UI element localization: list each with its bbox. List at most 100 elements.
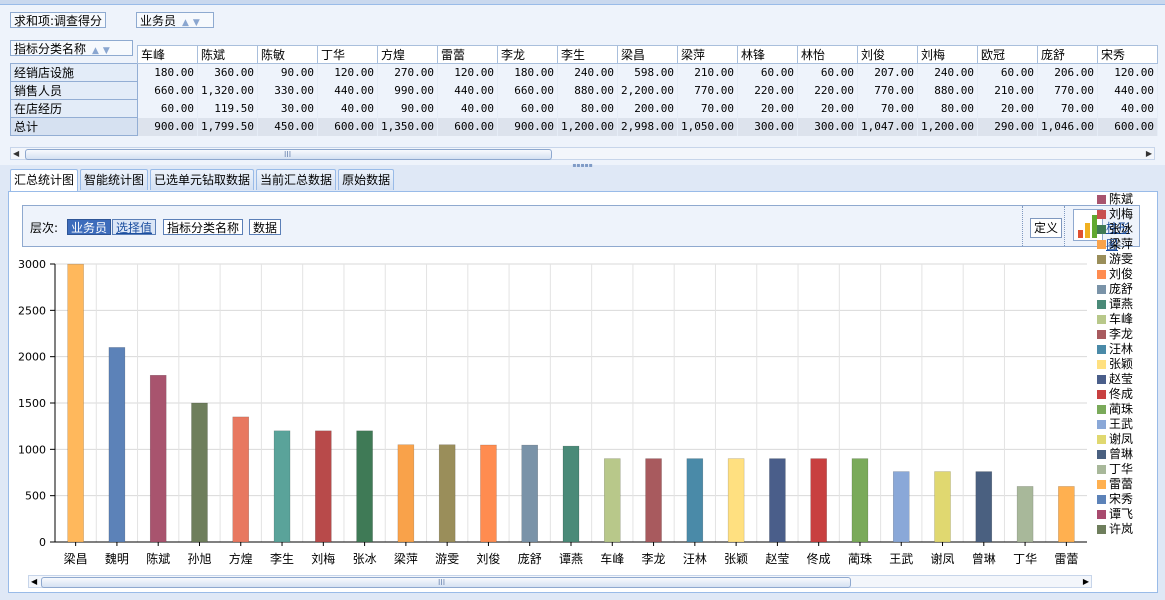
pivot-grid[interactable]: 车峰 陈斌 陈敏 丁华 方煌 雷蕾 李龙 李生 梁昌 梁萍 林锋 林怡 刘俊 刘梅 欧冠 庞舒 宋秀 经销店设施 1… bbox=[10, 45, 1158, 136]
legend-item[interactable]: 王武 bbox=[1097, 417, 1157, 432]
table-cell[interactable]: 1,799.50 bbox=[197, 117, 258, 136]
bar[interactable] bbox=[645, 458, 662, 543]
hierarchy-chip-select-value[interactable]: 选择值 bbox=[112, 219, 157, 235]
bar[interactable] bbox=[975, 471, 993, 543]
legend-item[interactable]: 刘梅 bbox=[1097, 207, 1157, 222]
table-cell[interactable]: 60.00 bbox=[797, 63, 858, 82]
table-cell[interactable]: 770.00 bbox=[677, 81, 738, 100]
legend-item[interactable]: 庞舒 bbox=[1097, 282, 1157, 297]
bar[interactable] bbox=[562, 445, 580, 543]
legend-item[interactable]: 李龙 bbox=[1097, 327, 1157, 342]
table-cell[interactable]: 180.00 bbox=[497, 63, 558, 82]
legend-item[interactable]: 曾琳 bbox=[1097, 447, 1157, 462]
column-header[interactable]: 林怡 bbox=[797, 45, 858, 64]
legend-item[interactable]: 陈斌 bbox=[1097, 192, 1157, 207]
table-cell[interactable]: 770.00 bbox=[857, 81, 918, 100]
table-cell[interactable]: 880.00 bbox=[917, 81, 978, 100]
column-header[interactable]: 宋秀 bbox=[1097, 45, 1158, 64]
legend-item[interactable]: 丁华 bbox=[1097, 462, 1157, 477]
chart-horizontal-scrollbar[interactable]: ◀ III ▶ bbox=[28, 575, 1092, 588]
table-cell[interactable]: 2,200.00 bbox=[617, 81, 678, 100]
bar[interactable] bbox=[810, 458, 827, 543]
legend-item[interactable]: 汪林 bbox=[1097, 342, 1157, 357]
table-cell[interactable]: 220.00 bbox=[797, 81, 858, 100]
table-cell[interactable]: 210.00 bbox=[977, 81, 1038, 100]
table-cell[interactable]: 60.00 bbox=[737, 63, 798, 82]
legend-item[interactable]: 雷蕾 bbox=[1097, 477, 1157, 492]
table-cell[interactable]: 70.00 bbox=[677, 99, 738, 118]
bar[interactable] bbox=[521, 444, 538, 543]
bar[interactable] bbox=[604, 458, 621, 543]
table-cell[interactable]: 240.00 bbox=[917, 63, 978, 82]
table-cell[interactable]: 240.00 bbox=[557, 63, 618, 82]
row-header[interactable]: 经销店设施 bbox=[10, 63, 138, 82]
table-cell[interactable]: 660.00 bbox=[137, 81, 198, 100]
column-header[interactable]: 庞舒 bbox=[1037, 45, 1098, 64]
table-cell[interactable]: 900.00 bbox=[497, 117, 558, 136]
table-cell[interactable]: 1,200.00 bbox=[557, 117, 618, 136]
tab-raw-data[interactable]: 原始数据 bbox=[338, 169, 395, 190]
sort-filter-arrows-icon[interactable]: ▲▼ bbox=[182, 18, 204, 28]
tab-smart-chart[interactable]: 智能统计图 bbox=[80, 169, 149, 190]
table-cell[interactable]: 200.00 bbox=[617, 99, 678, 118]
scroll-right-icon[interactable]: ▶ bbox=[1083, 576, 1089, 587]
bar[interactable] bbox=[851, 458, 869, 543]
table-cell[interactable]: 598.00 bbox=[617, 63, 678, 82]
table-cell[interactable]: 120.00 bbox=[437, 63, 498, 82]
legend-item[interactable]: 许岚 bbox=[1097, 522, 1157, 537]
table-cell[interactable]: 210.00 bbox=[677, 63, 738, 82]
table-cell[interactable]: 360.00 bbox=[197, 63, 258, 82]
table-cell[interactable]: 90.00 bbox=[377, 99, 438, 118]
table-cell[interactable]: 600.00 bbox=[437, 117, 498, 136]
scroll-left-icon[interactable]: ◀ bbox=[31, 576, 37, 587]
legend-item[interactable]: 谭飞 bbox=[1097, 507, 1157, 522]
table-cell[interactable]: 440.00 bbox=[437, 81, 498, 100]
table-cell[interactable]: 207.00 bbox=[857, 63, 918, 82]
hierarchy-chip-salesperson[interactable]: 业务员 bbox=[67, 219, 112, 235]
table-cell[interactable]: 180.00 bbox=[137, 63, 198, 82]
bar[interactable] bbox=[108, 347, 126, 543]
hierarchy-chip-data[interactable]: 数据 bbox=[249, 219, 282, 235]
table-cell[interactable]: 880.00 bbox=[557, 81, 618, 100]
hierarchy-chip-category[interactable]: 指标分类名称 bbox=[163, 219, 244, 235]
chart-scroll-thumb[interactable]: III bbox=[41, 577, 851, 588]
column-header[interactable]: 陈斌 bbox=[197, 45, 258, 64]
legend-item[interactable]: 谭燕 bbox=[1097, 297, 1157, 312]
table-cell[interactable]: 20.00 bbox=[797, 99, 858, 118]
table-cell[interactable]: 30.00 bbox=[257, 99, 318, 118]
column-header[interactable]: 刘俊 bbox=[857, 45, 918, 64]
table-cell[interactable]: 70.00 bbox=[857, 99, 918, 118]
table-cell[interactable]: 80.00 bbox=[917, 99, 978, 118]
table-cell[interactable]: 119.50 bbox=[197, 99, 258, 118]
column-header[interactable]: 车峰 bbox=[137, 45, 198, 64]
table-cell[interactable]: 206.00 bbox=[1037, 63, 1098, 82]
table-cell[interactable]: 440.00 bbox=[317, 81, 378, 100]
tab-summary-chart[interactable]: 汇总统计图 bbox=[10, 169, 79, 192]
table-cell[interactable]: 40.00 bbox=[437, 99, 498, 118]
column-header[interactable]: 刘梅 bbox=[917, 45, 978, 64]
tab-current-summary[interactable]: 当前汇总数据 bbox=[256, 169, 337, 190]
bar[interactable] bbox=[769, 458, 786, 543]
column-header[interactable]: 林锋 bbox=[737, 45, 798, 64]
bar[interactable] bbox=[1058, 486, 1075, 543]
scroll-left-icon[interactable]: ◀ bbox=[13, 148, 19, 159]
row-header[interactable]: 总计 bbox=[10, 117, 138, 136]
legend-item[interactable]: 宋秀 bbox=[1097, 492, 1157, 507]
bar[interactable] bbox=[892, 471, 910, 543]
table-cell[interactable]: 450.00 bbox=[257, 117, 318, 136]
table-cell[interactable]: 20.00 bbox=[977, 99, 1038, 118]
table-cell[interactable]: 40.00 bbox=[1097, 99, 1158, 118]
table-cell[interactable]: 1,047.00 bbox=[857, 117, 918, 136]
table-cell[interactable]: 1,200.00 bbox=[917, 117, 978, 136]
table-cell[interactable]: 600.00 bbox=[1097, 117, 1158, 136]
bar[interactable] bbox=[149, 374, 167, 543]
table-cell[interactable]: 990.00 bbox=[377, 81, 438, 100]
bar[interactable] bbox=[686, 458, 704, 543]
legend-item[interactable]: 刘俊 bbox=[1097, 267, 1157, 282]
table-cell[interactable]: 900.00 bbox=[137, 117, 198, 136]
legend-item[interactable]: 梁萍 bbox=[1097, 237, 1157, 252]
table-cell[interactable]: 220.00 bbox=[737, 81, 798, 100]
legend-item[interactable]: 佟成 bbox=[1097, 387, 1157, 402]
bar[interactable] bbox=[397, 444, 415, 543]
bar[interactable] bbox=[1016, 486, 1034, 543]
